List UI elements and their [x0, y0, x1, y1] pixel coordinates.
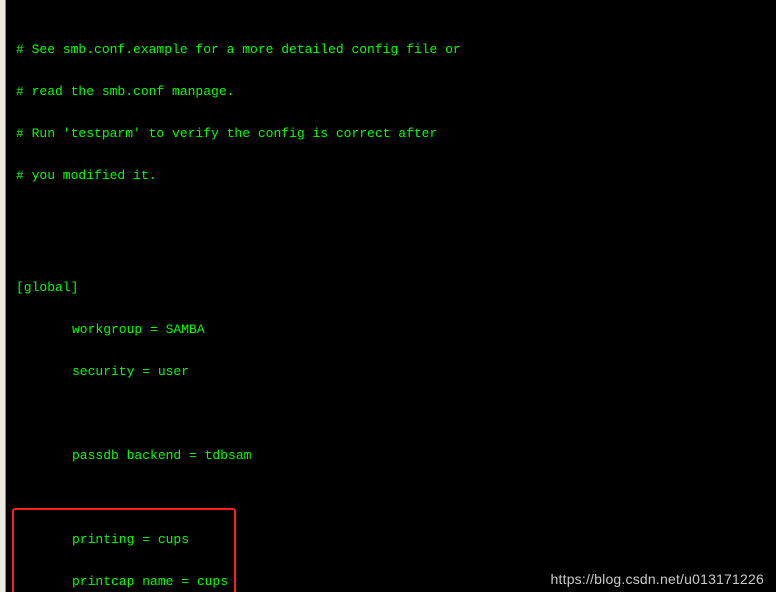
- comment-line: # See smb.conf.example for a more detail…: [16, 43, 776, 57]
- comment-line: # you modified it.: [16, 169, 776, 183]
- terminal-viewport[interactable]: # See smb.conf.example for a more detail…: [6, 0, 776, 592]
- blank-line: [16, 407, 776, 421]
- config-line: workgroup = SAMBA: [16, 323, 776, 337]
- comment-line: # read the smb.conf manpage.: [16, 85, 776, 99]
- watermark-text: https://blog.csdn.net/u013171226: [551, 572, 764, 586]
- section-header-global: [global]: [16, 281, 776, 295]
- blank-line: [16, 491, 776, 505]
- config-line: passdb backend = tdbsam: [16, 449, 776, 463]
- blank-line: [16, 211, 776, 225]
- config-line: printing = cups: [16, 533, 776, 547]
- config-line: security = user: [16, 365, 776, 379]
- comment-line: # Run 'testparm' to verify the config is…: [16, 127, 776, 141]
